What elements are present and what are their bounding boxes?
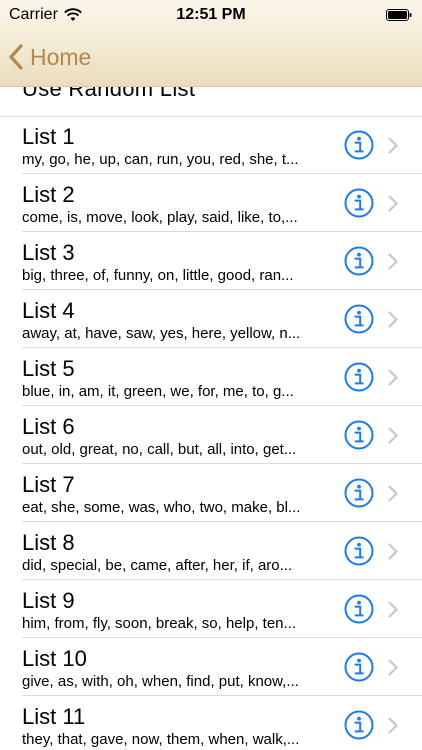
list-words-preview: come, is, move, look, play, said, like, … bbox=[22, 209, 298, 226]
list-words-preview: big, three, of, funny, on, little, good,… bbox=[22, 267, 294, 284]
list-words-preview: him, from, fly, soon, break, so, help, t… bbox=[22, 615, 297, 632]
list-title: List 11 bbox=[22, 704, 86, 729]
info-icon[interactable] bbox=[344, 710, 374, 740]
list-title: List 3 bbox=[22, 240, 75, 265]
word-list-table[interactable]: Use Random List List 1 my, go, he, up, ca… bbox=[0, 86, 422, 750]
chevron-right-icon bbox=[388, 427, 398, 444]
list-title: List 10 bbox=[22, 646, 87, 671]
list-row[interactable]: List 7 eat, she, some, was, who, two, mak… bbox=[0, 464, 422, 522]
info-icon[interactable] bbox=[344, 594, 374, 624]
list-row[interactable]: List 6 out, old, great, no, call, but, al… bbox=[0, 406, 422, 464]
list-words-preview: they, that, gave, now, them, when, walk,… bbox=[22, 731, 300, 748]
info-icon[interactable] bbox=[344, 304, 374, 334]
info-icon[interactable] bbox=[344, 478, 374, 508]
status-time: 12:51 PM bbox=[176, 6, 246, 23]
list-row[interactable]: List 2 come, is, move, look, play, said, … bbox=[0, 174, 422, 232]
list-words-preview: my, go, he, up, can, run, you, red, she,… bbox=[22, 151, 299, 168]
chevron-right-icon bbox=[388, 253, 398, 270]
list-row[interactable]: List 10 give, as, with, oh, when, find, p… bbox=[0, 638, 422, 696]
list-words-preview: blue, in, am, it, green, we, for, me, to… bbox=[22, 383, 294, 400]
list-row[interactable]: List 1 my, go, he, up, can, run, you, red… bbox=[0, 116, 422, 174]
list-row[interactable]: List 11 they, that, gave, now, them, when… bbox=[0, 696, 422, 750]
info-icon[interactable] bbox=[344, 246, 374, 276]
list-title: List 7 bbox=[22, 472, 75, 497]
chevron-right-icon bbox=[388, 485, 398, 502]
status-bar: Carrier 12:51 PM bbox=[0, 0, 422, 30]
list-row[interactable]: List 5 blue, in, am, it, green, we, for, … bbox=[0, 348, 422, 406]
info-icon[interactable] bbox=[344, 420, 374, 450]
list-words-preview: give, as, with, oh, when, find, put, kno… bbox=[22, 673, 299, 690]
list-title: List 5 bbox=[22, 356, 75, 381]
info-icon[interactable] bbox=[344, 362, 374, 392]
chevron-right-icon bbox=[388, 601, 398, 618]
info-icon[interactable] bbox=[344, 188, 374, 218]
screen: Carrier 12:51 PM Home Use Random List Li… bbox=[0, 0, 422, 750]
back-label: Home bbox=[30, 43, 92, 70]
chevron-right-icon bbox=[388, 717, 398, 734]
list-title: List 9 bbox=[22, 588, 75, 613]
chevron-right-icon bbox=[388, 659, 398, 676]
chevron-right-icon bbox=[388, 369, 398, 386]
back-button[interactable]: Home bbox=[8, 40, 91, 74]
chevron-left-icon bbox=[9, 44, 23, 70]
list-title: List 2 bbox=[22, 182, 75, 207]
use-random-list-row[interactable]: Use Random List bbox=[0, 86, 422, 117]
info-icon[interactable] bbox=[344, 130, 374, 160]
list-words-preview: did, special, be, came, after, her, if, … bbox=[22, 557, 293, 574]
list-row[interactable]: List 8 did, special, be, came, after, her… bbox=[0, 522, 422, 580]
list-rows: List 1 my, go, he, up, can, run, you, red… bbox=[0, 116, 422, 750]
info-icon[interactable] bbox=[344, 652, 374, 682]
info-icon[interactable] bbox=[344, 536, 374, 566]
list-row[interactable]: List 4 away, at, have, saw, yes, here, ye… bbox=[0, 290, 422, 348]
list-words-preview: out, old, great, no, call, but, all, int… bbox=[22, 441, 297, 458]
battery-icon bbox=[386, 9, 412, 21]
chevron-right-icon bbox=[388, 137, 398, 154]
list-row[interactable]: List 3 big, three, of, funny, on, little,… bbox=[0, 232, 422, 290]
use-random-list-label: Use Random List bbox=[22, 86, 196, 101]
chevron-right-icon bbox=[388, 311, 398, 328]
list-title: List 6 bbox=[22, 414, 75, 439]
list-words-preview: away, at, have, saw, yes, here, yellow, … bbox=[22, 325, 301, 342]
list-words-preview: eat, she, some, was, who, two, make, bl.… bbox=[22, 499, 301, 516]
header: Carrier 12:51 PM Home bbox=[0, 0, 422, 87]
list-title: List 4 bbox=[22, 298, 75, 323]
list-title: List 1 bbox=[22, 124, 75, 149]
chevron-right-icon bbox=[388, 543, 398, 560]
chevron-right-icon bbox=[388, 195, 398, 212]
list-row[interactable]: List 9 him, from, fly, soon, break, so, h… bbox=[0, 580, 422, 638]
nav-bar: Home bbox=[0, 30, 422, 86]
list-title: List 8 bbox=[22, 530, 75, 555]
